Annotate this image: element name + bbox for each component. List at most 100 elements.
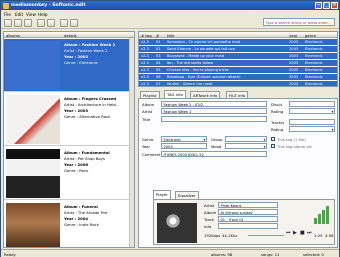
album-name: Funeral bbox=[81, 204, 98, 209]
song-count: songs: 11 bbox=[261, 251, 280, 257]
play-icon[interactable]: ▶ bbox=[293, 230, 297, 236]
albums-header: albums details bbox=[4, 32, 134, 38]
mood-select[interactable] bbox=[225, 143, 267, 149]
track-row[interactable]: v2.3 04 Ibn - The red starts follow 2003 Ele… bbox=[139, 60, 337, 66]
this-tag-checkbox[interactable] bbox=[271, 137, 275, 141]
now-playing-cover bbox=[157, 203, 197, 243]
track-list-header: # tag # title year genre bbox=[139, 32, 337, 38]
comment-field[interactable]: ITUNES 2003 ID3G: 52 bbox=[161, 151, 267, 157]
menu-help[interactable]: Help bbox=[38, 12, 48, 17]
album-item[interactable]: Album : Funeral Artist : The Arcade Fire… bbox=[4, 201, 134, 247]
tab-artwork-info[interactable]: ARTwork info bbox=[190, 91, 221, 98]
player-track: 01 - Track 01 bbox=[218, 216, 278, 222]
search-input[interactable]: Type a search string or press enter... bbox=[263, 18, 335, 26]
albums-col-header[interactable]: albums bbox=[6, 33, 20, 38]
tab-tag-info[interactable]: TAG info bbox=[164, 90, 186, 98]
info-tabs: Playlist TAG info ARTwork info FILE info bbox=[138, 90, 338, 98]
tag-col-header[interactable]: # tag bbox=[141, 33, 152, 38]
tab-equalizer[interactable]: Equalizer bbox=[175, 191, 199, 199]
album-year: 2003 bbox=[77, 108, 89, 113]
album-count: albums: 98 bbox=[211, 251, 233, 257]
volume-meter[interactable] bbox=[314, 204, 332, 224]
album-artist: Fashion Week 2 bbox=[77, 48, 108, 53]
track-list: # tag # title year genre v2.3 01 Semeolon … bbox=[138, 31, 338, 87]
albums-scrollbar[interactable] bbox=[129, 38, 134, 247]
albums-pane: albums details Album : Fashion Week 2 Ar… bbox=[3, 31, 135, 248]
player-album: Al chirong sunday bbox=[218, 209, 278, 215]
album-year: 2003 bbox=[77, 54, 89, 59]
tab-playlist[interactable]: Playlist bbox=[140, 91, 160, 98]
save-icon[interactable] bbox=[14, 19, 22, 27]
player-artist: Pinto Keans bbox=[218, 202, 278, 208]
grid-icon[interactable] bbox=[47, 19, 55, 27]
track-row[interactable]: v2.3 07 Wulfen - Sketch the meat 2003 Electr… bbox=[139, 81, 337, 86]
maximize-button[interactable]: □ bbox=[323, 2, 330, 9]
status-text: Ready bbox=[4, 251, 16, 257]
year-field[interactable]: 2003 bbox=[161, 143, 207, 149]
album-genre: Rock bbox=[79, 168, 89, 173]
genre-select[interactable]: Electronic bbox=[161, 136, 207, 142]
seek-bar[interactable] bbox=[248, 235, 284, 236]
stop-icon[interactable]: ■ bbox=[300, 230, 305, 236]
rating-select[interactable] bbox=[289, 108, 335, 114]
album-item[interactable]: Album : Fashion Week 2 Artist : Fashion … bbox=[4, 39, 134, 92]
year-col-header[interactable]: year bbox=[289, 33, 297, 38]
title-field[interactable] bbox=[161, 116, 267, 122]
app-icon bbox=[3, 2, 9, 9]
rating-select-2[interactable] bbox=[289, 126, 335, 132]
track-row[interactable]: v2.3 02 Saint Etienne - La poupée qui fait… bbox=[139, 46, 337, 52]
track-row[interactable]: v2.3 01 Semeolon - Ch egiche ich pomadhe m… bbox=[139, 39, 337, 45]
menu-view[interactable]: View bbox=[26, 12, 36, 17]
album-item[interactable]: Album : Fingers Crossed Artist : Archite… bbox=[4, 93, 134, 146]
genre-col-header[interactable]: genre bbox=[305, 33, 316, 38]
number-col-header[interactable]: # bbox=[156, 33, 159, 38]
album-name: Fundamental bbox=[81, 150, 110, 155]
menu-edit[interactable]: Edit bbox=[15, 12, 23, 17]
time-total: 4:58 bbox=[325, 233, 334, 238]
album-field[interactable]: Fashion Week 2 - 03/2 bbox=[161, 101, 267, 107]
track-field[interactable] bbox=[289, 119, 335, 125]
refresh-icon[interactable] bbox=[24, 19, 32, 27]
album-name: Fashion Week 2 bbox=[81, 42, 116, 47]
minimize-button[interactable]: − bbox=[315, 2, 322, 9]
artist-field[interactable]: Fashion Week 2 bbox=[161, 108, 267, 114]
album-art-checkbox[interactable] bbox=[271, 144, 275, 148]
tag-icon[interactable] bbox=[60, 19, 68, 27]
album-item[interactable]: Album : Fundamental Artist : Pet Shop Bo… bbox=[4, 147, 134, 200]
tab-file-info[interactable]: FILE info bbox=[226, 91, 249, 98]
app-window: mediamonkey - Softonic.edit − □ × File E… bbox=[0, 0, 340, 257]
player-info bbox=[218, 223, 278, 229]
album-genre: Electronic bbox=[79, 60, 98, 65]
previous-icon[interactable]: ⏮ bbox=[286, 230, 291, 236]
frequency-text: 44,1Khz bbox=[222, 233, 238, 238]
tab-player[interactable]: Player bbox=[153, 190, 171, 199]
album-year: 2006 bbox=[77, 162, 89, 167]
album-cover bbox=[6, 149, 60, 198]
view-icon[interactable] bbox=[37, 19, 45, 27]
open-folder-icon[interactable] bbox=[4, 19, 12, 27]
album-artist: Pet Shop Boys bbox=[77, 156, 105, 161]
track-row[interactable]: v2.3 06 Robotapp - Eyle (Eclipse uranium a… bbox=[139, 74, 337, 80]
album-artist: The Arcade Fire bbox=[77, 210, 108, 215]
next-icon[interactable]: ⏭ bbox=[307, 230, 312, 236]
album-artist: Architecture in Helsi.. bbox=[77, 102, 119, 107]
bitrate-text: 192kbps bbox=[204, 233, 221, 238]
album-cover bbox=[6, 203, 60, 247]
menu-file[interactable]: File bbox=[4, 12, 11, 17]
disc-field[interactable] bbox=[289, 101, 335, 107]
album-cover bbox=[6, 95, 60, 144]
track-row[interactable]: v2.3 05 Chicken kiss - You're playing tric… bbox=[139, 67, 337, 73]
tag-info-panel: Album Fashion Week 2 - 03/2 Artist Fashi… bbox=[138, 98, 338, 248]
album-genre: Alternative Rock bbox=[79, 114, 111, 119]
album-genre: Indie Rock bbox=[79, 222, 99, 227]
title-col-header[interactable]: title bbox=[167, 33, 174, 38]
album-year: 2004 bbox=[77, 216, 89, 221]
close-button[interactable]: × bbox=[331, 2, 338, 9]
album-name: Fingers Crossed bbox=[81, 96, 117, 101]
selected-count: selected: 0 bbox=[303, 251, 324, 257]
track-row[interactable]: v2.3 03 Bouyoyek - Melde up your mind 2003 E… bbox=[139, 53, 337, 59]
details-col-header[interactable]: details bbox=[64, 33, 77, 38]
settings-icon[interactable] bbox=[70, 19, 78, 27]
group-select[interactable] bbox=[225, 136, 267, 142]
player-panel: Artist Pinto Keans Album Al chirong sund… bbox=[153, 199, 335, 245]
